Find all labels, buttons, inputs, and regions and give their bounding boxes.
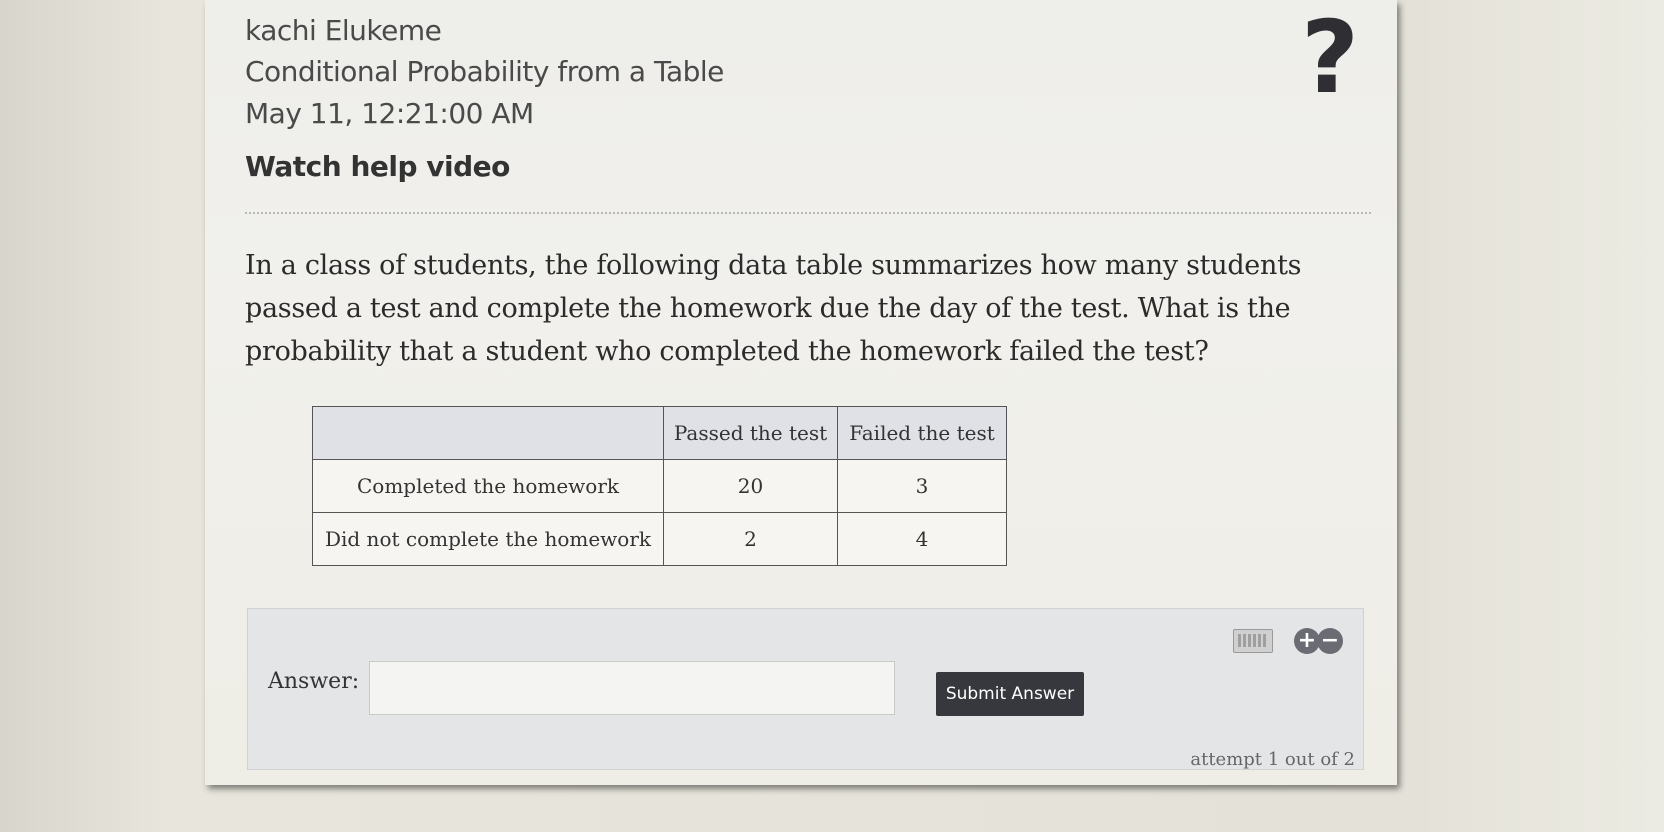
submit-answer-button[interactable]: Submit Answer bbox=[936, 672, 1084, 716]
table-row: Completed the homework 20 3 bbox=[312, 459, 1007, 513]
table-header-cell: Failed the test bbox=[837, 406, 1007, 460]
table-cell: 3 bbox=[837, 459, 1007, 513]
assignment-title: Conditional Probability from a Table bbox=[245, 55, 724, 88]
watch-help-video-link[interactable]: Watch help video bbox=[245, 150, 510, 183]
table-header-cell bbox=[312, 406, 664, 460]
minus-icon[interactable]: − bbox=[1317, 628, 1343, 654]
question-text: In a class of students, the following da… bbox=[245, 250, 1302, 367]
answer-input[interactable] bbox=[369, 661, 895, 715]
answer-label: Answer: bbox=[268, 669, 360, 694]
keyboard-icon[interactable] bbox=[1233, 629, 1273, 653]
attempt-counter: attempt 1 out of 2 bbox=[1190, 749, 1355, 770]
table-cell: 2 bbox=[663, 512, 838, 566]
divider bbox=[245, 212, 1371, 214]
timestamp: May 11, 12:21:00 AM bbox=[245, 97, 534, 130]
table-cell: 4 bbox=[837, 512, 1007, 566]
table-row: Did not complete the homework 2 4 bbox=[312, 512, 1007, 566]
table-cell: 20 bbox=[663, 459, 838, 513]
row-label: Completed the homework bbox=[312, 459, 664, 513]
data-table: Passed the test Failed the test Complete… bbox=[312, 406, 1007, 566]
question-mark-icon[interactable]: ? bbox=[1290, 8, 1370, 108]
table-header-cell: Passed the test bbox=[663, 406, 838, 460]
row-label: Did not complete the homework bbox=[312, 512, 664, 566]
question-card: kachi Elukeme Conditional Probability fr… bbox=[205, 0, 1397, 785]
answer-panel: + − Answer: Submit Answer attempt 1 out … bbox=[247, 608, 1364, 770]
table-header-row: Passed the test Failed the test bbox=[312, 406, 1007, 460]
student-name: kachi Elukeme bbox=[245, 14, 442, 47]
